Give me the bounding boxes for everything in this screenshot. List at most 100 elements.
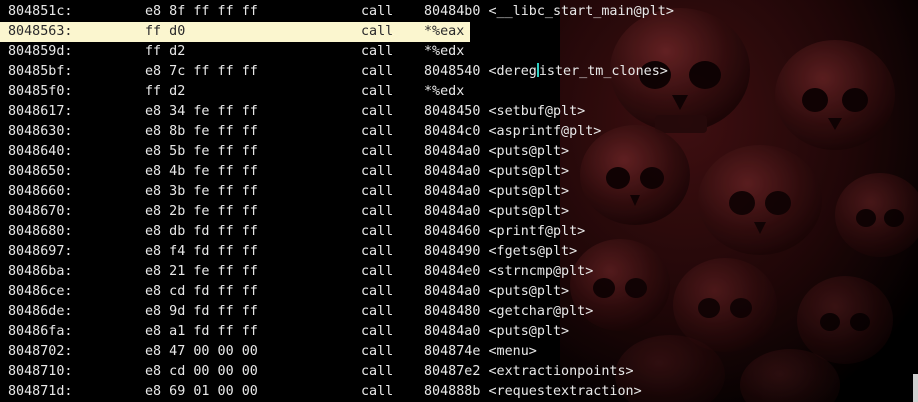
instruction-target: 8048480 <getchar@plt> (424, 304, 594, 319)
instruction-address: 8048710: (8, 364, 73, 379)
instruction-address: 80485bf: (8, 64, 73, 79)
instruction-bytes: ff d2 (145, 84, 186, 99)
instruction-mnemonic: call (361, 364, 394, 379)
instruction-bytes: e8 4b fe ff ff (145, 164, 258, 179)
instruction-target: 80484a0 <puts@plt> (424, 144, 570, 159)
disasm-line[interactable]: 8048630: e8 8b fe ff ff call 80484c0 <aspri… (0, 122, 918, 142)
instruction-address: 8048650: (8, 164, 73, 179)
instruction-target: 80484b0 <__libc_start_main@plt> (424, 4, 674, 19)
instruction-address: 80486ba: (8, 264, 73, 279)
instruction-target: 80484a0 <puts@plt> (424, 184, 570, 199)
instruction-mnemonic: call (361, 244, 394, 259)
instruction-target: 80484c0 <asprintf@plt> (424, 124, 602, 139)
disasm-line[interactable]: 8048702: e8 47 00 00 00 call 804874e <menu> (0, 342, 918, 362)
instruction-mnemonic: call (361, 64, 394, 79)
instruction-target: 8048540 <dereg ister_tm_clones> (424, 63, 668, 79)
instruction-mnemonic: call (361, 104, 394, 119)
instruction-mnemonic: call (361, 164, 394, 179)
instruction-bytes: e8 db fd ff ff (145, 224, 258, 239)
instruction-target: 804888b <requestextraction> (424, 384, 642, 399)
instruction-address: 804851c: (8, 4, 73, 19)
instruction-mnemonic: call (361, 144, 394, 159)
disasm-line[interactable]: 80485bf: e8 7c ff ff ff call 8048540 <dereg… (0, 62, 918, 82)
scrollbar-thumb[interactable] (913, 374, 918, 402)
disasm-line[interactable]: 80486ce: e8 cd fd ff ff call 80484a0 <puts@… (0, 282, 918, 302)
instruction-bytes: e8 34 fe ff ff (145, 104, 258, 119)
instruction-target: 8048450 <setbuf@plt> (424, 104, 586, 119)
instruction-bytes: e8 47 00 00 00 (145, 344, 258, 359)
instruction-mnemonic: call (361, 224, 394, 239)
instruction-address: 80486ce: (8, 284, 73, 299)
disasm-line[interactable]: 80486fa: e8 a1 fd ff ff call 80484a0 <puts@… (0, 322, 918, 342)
text-cursor (536, 63, 539, 77)
instruction-target: 804874e <menu> (424, 344, 537, 359)
instruction-address: 804859d: (8, 44, 73, 59)
selected-disasm-line[interactable]: 8048563: ff d0 call *%eax (0, 22, 470, 42)
disasm-line[interactable]: 804851c: e8 8f ff ff ff call 80484b0 <__lib… (0, 2, 918, 22)
instruction-address: 8048697: (8, 244, 73, 259)
instruction-mnemonic: call (361, 384, 394, 399)
instruction-bytes: e8 8f ff ff ff (145, 4, 258, 19)
instruction-bytes: e8 cd fd ff ff (145, 284, 258, 299)
instruction-bytes: e8 cd 00 00 00 (145, 364, 258, 379)
disasm-line[interactable]: 8048650: e8 4b fe ff ff call 80484a0 <puts@… (0, 162, 918, 182)
instruction-target: *%edx (424, 84, 465, 99)
instruction-target: 80484a0 <puts@plt> (424, 284, 570, 299)
instruction-address: 80485f0: (8, 84, 73, 99)
instruction-mnemonic: call (361, 324, 394, 339)
instruction-target: 8048460 <printf@plt> (424, 224, 586, 239)
instruction-address: 8048680: (8, 224, 73, 239)
instruction-address: 8048670: (8, 204, 73, 219)
instruction-bytes: e8 a1 fd ff ff (145, 324, 258, 339)
instruction-mnemonic: call (361, 304, 394, 319)
instruction-address: 8048640: (8, 144, 73, 159)
instruction-bytes: e8 21 fe ff ff (145, 264, 258, 279)
instruction-mnemonic: call (361, 24, 394, 39)
instruction-address: 804871d: (8, 384, 73, 399)
instruction-mnemonic: call (361, 204, 394, 219)
disasm-line[interactable]: 804859d: ff d2 call *%edx (0, 42, 918, 62)
instruction-bytes: e8 5b fe ff ff (145, 144, 258, 159)
disasm-line[interactable]: 8048697: e8 f4 fd ff ff call 8048490 <fgets… (0, 242, 918, 262)
instruction-target: 80484e0 <strncmp@plt> (424, 264, 594, 279)
instruction-bytes: e8 9d fd ff ff (145, 304, 258, 319)
instruction-target: 80487e2 <extractionpoints> (424, 364, 634, 379)
instruction-target: 80484a0 <puts@plt> (424, 324, 570, 339)
instruction-address: 80486de: (8, 304, 73, 319)
instruction-bytes: ff d0 (145, 24, 186, 39)
instruction-bytes: e8 f4 fd ff ff (145, 244, 258, 259)
disasm-line[interactable]: 8048617: e8 34 fe ff ff call 8048450 <setbu… (0, 102, 918, 122)
disasm-line[interactable]: 80486ba: e8 21 fe ff ff call 80484e0 <strnc… (0, 262, 918, 282)
instruction-bytes: e8 3b fe ff ff (145, 184, 258, 199)
instruction-bytes: ff d2 (145, 44, 186, 59)
instruction-target: 80484a0 <puts@plt> (424, 204, 570, 219)
instruction-mnemonic: call (361, 4, 394, 19)
instruction-target: 8048490 <fgets@plt> (424, 244, 578, 259)
disassembly-terminal[interactable]: 804851c: e8 8f ff ff ff call 80484b0 <__lib… (0, 0, 918, 402)
instruction-address: 8048702: (8, 344, 73, 359)
instruction-target: 80484a0 <puts@plt> (424, 164, 570, 179)
disasm-line[interactable]: 8048680: e8 db fd ff ff call 8048460 <print… (0, 222, 918, 242)
instruction-bytes: e8 69 01 00 00 (145, 384, 258, 399)
instruction-mnemonic: call (361, 124, 394, 139)
instruction-mnemonic: call (361, 344, 394, 359)
disasm-line[interactable]: 8048660: e8 3b fe ff ff call 80484a0 <puts@… (0, 182, 918, 202)
disasm-line[interactable]: 8048640: e8 5b fe ff ff call 80484a0 <puts@… (0, 142, 918, 162)
instruction-mnemonic: call (361, 84, 394, 99)
instruction-address: 8048630: (8, 124, 73, 139)
instruction-address: 8048617: (8, 104, 73, 119)
instruction-mnemonic: call (361, 284, 394, 299)
instruction-target: *%eax (424, 24, 465, 39)
disasm-line[interactable]: 8048710: e8 cd 00 00 00 call 80487e2 <extra… (0, 362, 918, 382)
disasm-line[interactable]: 80486de: e8 9d fd ff ff call 8048480 <getch… (0, 302, 918, 322)
instruction-bytes: e8 8b fe ff ff (145, 124, 258, 139)
instruction-mnemonic: call (361, 264, 394, 279)
disasm-line[interactable]: 8048670: e8 2b fe ff ff call 80484a0 <puts@… (0, 202, 918, 222)
disasm-line[interactable]: 80485f0: ff d2 call *%edx (0, 82, 918, 102)
instruction-mnemonic: call (361, 44, 394, 59)
instruction-mnemonic: call (361, 184, 394, 199)
instruction-address: 80486fa: (8, 324, 73, 339)
instruction-bytes: e8 7c ff ff ff (145, 64, 258, 79)
disasm-line[interactable]: 804871d: e8 69 01 00 00 call 804888b <reque… (0, 382, 918, 402)
instruction-address: 8048563: (8, 24, 73, 39)
